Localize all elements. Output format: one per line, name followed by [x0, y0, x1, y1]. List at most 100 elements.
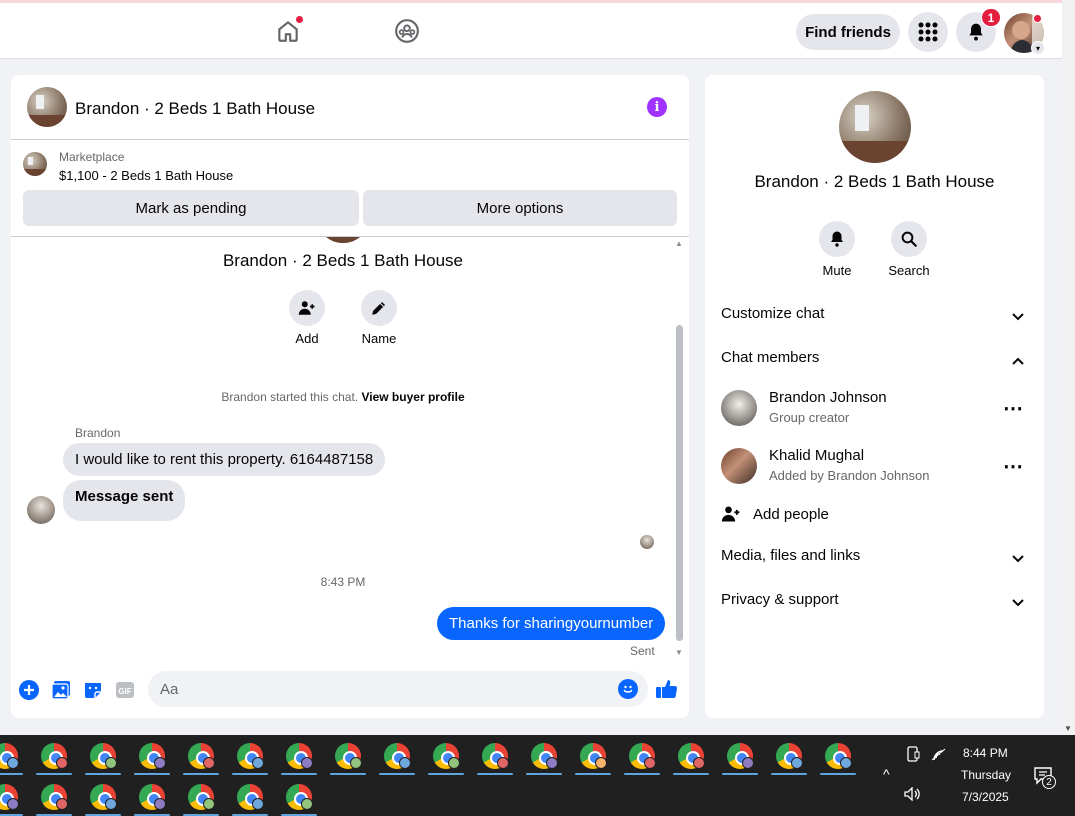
scroll-down-arrow-icon[interactable]: ▼ [675, 648, 683, 657]
clock-time[interactable]: 8:44 PM [963, 746, 1008, 760]
chat-title[interactable]: Brandon · 2 Beds 1 Bath House [75, 99, 315, 119]
member-role: Added by Brandon Johnson [769, 468, 930, 483]
listing-thumbnail[interactable] [23, 152, 47, 176]
chrome-window-button[interactable] [83, 737, 123, 775]
chrome-window-button[interactable] [279, 737, 319, 775]
add-member-action[interactable]: Add [277, 290, 337, 346]
active-window-indicator [85, 773, 121, 775]
wifi-icon[interactable] [931, 748, 946, 764]
gif-icon[interactable]: GIF [114, 679, 136, 701]
info-icon[interactable]: i [647, 97, 667, 117]
mute-action[interactable]: Mute [807, 221, 867, 278]
groups-icon[interactable] [391, 15, 423, 47]
scroll-up-arrow-icon[interactable]: ▲ [675, 239, 683, 248]
chrome-window-button[interactable] [573, 737, 613, 775]
page-scrollbar[interactable]: ▼ [1062, 0, 1075, 735]
find-friends-button[interactable]: Find friends [796, 14, 900, 50]
scrollbar-thumb[interactable] [676, 325, 683, 641]
more-options-icon[interactable]: ⋯ [1003, 396, 1024, 421]
chrome-window-button[interactable] [622, 737, 662, 775]
profile-badge-icon [301, 757, 313, 769]
chrome-window-button[interactable] [0, 778, 25, 816]
sender-avatar[interactable] [27, 496, 55, 524]
chrome-window-button[interactable] [426, 737, 466, 775]
chrome-window-button[interactable] [818, 737, 858, 775]
chevron-up-icon[interactable]: ^ [883, 766, 890, 782]
active-window-indicator [673, 773, 709, 775]
clock-date[interactable]: 7/3/2025 [962, 790, 1009, 804]
member-row[interactable]: Khalid Mughal Added by Brandon Johnson ⋯ [721, 444, 1028, 488]
profile-badge-icon [399, 757, 411, 769]
search-action[interactable]: Search [879, 221, 939, 278]
chevron-down-icon [1008, 307, 1028, 327]
chat-members-section[interactable]: Chat members [721, 349, 1028, 373]
customize-chat-section[interactable]: Customize chat [721, 305, 1028, 329]
add-person-icon[interactable] [289, 290, 325, 326]
menu-grid-icon[interactable] [908, 12, 948, 52]
bell-icon[interactable] [819, 221, 855, 257]
chrome-window-button[interactable] [769, 737, 809, 775]
listing-title[interactable]: $1,100 - 2 Beds 1 Bath House [59, 168, 233, 183]
chrome-window-button[interactable] [475, 737, 515, 775]
conversation-name: Brandon · 2 Beds 1 Bath House [222, 251, 464, 270]
message-input[interactable]: Aa [148, 671, 648, 707]
chrome-window-button[interactable] [279, 778, 319, 816]
pencil-icon[interactable] [361, 290, 397, 326]
message-scrollbar[interactable]: ▲ ▼ [675, 237, 685, 659]
thumbs-up-icon[interactable] [655, 677, 679, 701]
more-options-button[interactable]: More options [363, 190, 677, 226]
account-chevron-down-icon[interactable]: ▾ [1031, 41, 1045, 55]
more-options-icon[interactable]: ⋯ [1003, 454, 1024, 479]
chrome-window-button[interactable] [132, 737, 172, 775]
clock-day[interactable]: Thursday [961, 768, 1011, 782]
chrome-window-button[interactable] [720, 737, 760, 775]
add-people-button[interactable]: Add people [721, 502, 1028, 528]
notification-count-badge: 1 [981, 8, 1001, 27]
view-buyer-profile-link[interactable]: View buyer profile [361, 390, 464, 404]
profile-badge-icon [56, 757, 68, 769]
top-navigation-bar: Find friends 1 ▾ [0, 3, 1062, 59]
volume-icon[interactable] [904, 786, 921, 804]
profile-notification-dot [1033, 14, 1042, 23]
photo-icon[interactable] [50, 679, 72, 701]
chrome-window-button[interactable] [524, 737, 564, 775]
search-icon[interactable] [891, 221, 927, 257]
incoming-message-bold[interactable]: Message sent [63, 480, 186, 521]
profile-badge-icon [693, 757, 705, 769]
name-action[interactable]: Name [349, 290, 409, 346]
plus-circle-icon[interactable] [18, 679, 40, 701]
profile-badge-icon [350, 757, 362, 769]
mark-as-pending-button[interactable]: Mark as pending [23, 190, 359, 226]
member-avatar[interactable] [721, 448, 757, 484]
chrome-window-button[interactable] [230, 737, 270, 775]
chat-avatar[interactable] [27, 87, 67, 127]
chrome-window-button[interactable] [377, 737, 417, 775]
chrome-window-button[interactable] [181, 737, 221, 775]
scroll-down-arrow-icon[interactable]: ▼ [1064, 724, 1072, 733]
chrome-window-button[interactable] [328, 737, 368, 775]
chrome-window-button[interactable] [230, 778, 270, 816]
add-label: Add [295, 331, 319, 346]
chrome-window-button[interactable] [181, 778, 221, 816]
media-files-label: Media, files and links [721, 547, 861, 564]
sticker-icon[interactable] [82, 679, 104, 701]
incoming-message[interactable]: I would like to rent this property. 6164… [63, 443, 386, 476]
chrome-window-button[interactable] [0, 737, 25, 775]
chrome-window-button[interactable] [671, 737, 711, 775]
chrome-window-button[interactable] [34, 778, 74, 816]
media-files-section[interactable]: Media, files and links [721, 547, 1028, 571]
member-name[interactable]: Khalid Mughal [769, 447, 864, 464]
phone-link-icon[interactable] [906, 746, 920, 765]
chrome-window-button[interactable] [83, 778, 123, 816]
member-avatar[interactable] [721, 390, 757, 426]
privacy-support-section[interactable]: Privacy & support [721, 591, 1028, 615]
chrome-window-button[interactable] [132, 778, 172, 816]
chrome-window-button[interactable] [34, 737, 74, 775]
member-row[interactable]: Brandon Johnson Group creator ⋯ [721, 386, 1028, 430]
message-list[interactable]: Brandon · 2 Beds 1 Bath House Add Name B… [11, 237, 689, 659]
group-avatar[interactable] [839, 91, 911, 163]
member-name[interactable]: Brandon Johnson [769, 389, 887, 406]
emoji-icon[interactable] [618, 679, 638, 699]
outgoing-message[interactable]: Thanks for sharingyournumber [437, 607, 666, 640]
active-window-indicator [281, 773, 317, 775]
